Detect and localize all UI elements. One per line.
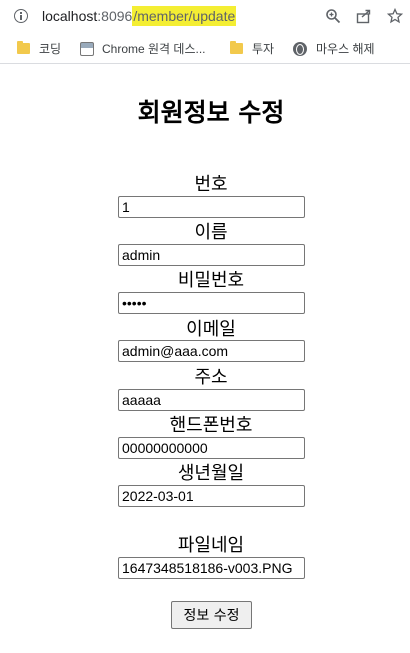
bookmark-label: 마우스 해제	[316, 42, 375, 56]
number-label: 번호	[194, 174, 228, 195]
filename-label: 파일네임	[177, 535, 245, 556]
email-label: 이메일	[186, 319, 236, 340]
page-title: 회원정보 수정	[137, 98, 285, 127]
folder-icon	[230, 41, 243, 54]
url-path: /member/update	[132, 6, 237, 26]
globe-icon	[293, 41, 307, 56]
url-host: localhost	[42, 8, 98, 24]
bookmark-investment[interactable]: 투자	[230, 40, 274, 57]
number-input[interactable]	[118, 196, 305, 218]
bookmark-mouse-release[interactable]: 마우스 해제	[293, 40, 375, 57]
phone-input[interactable]	[118, 437, 305, 459]
url-field[interactable]: localhost:8096/member/update	[42, 6, 237, 26]
password-input[interactable]	[118, 292, 305, 314]
address-label: 주소	[194, 367, 228, 388]
birthdate-label: 생년월일	[177, 463, 245, 484]
name-label: 이름	[194, 222, 228, 243]
email-input[interactable]	[118, 340, 305, 362]
phone-label: 핸드폰번호	[169, 415, 253, 436]
birthdate-input[interactable]	[118, 485, 305, 507]
zoom-icon[interactable]	[323, 6, 343, 26]
password-label: 비밀번호	[177, 270, 245, 291]
bookmark-label: Chrome 원격 데스...	[102, 42, 206, 56]
address-input[interactable]	[118, 389, 305, 411]
folder-icon	[17, 41, 30, 54]
bookmark-coding[interactable]: 코딩	[17, 40, 61, 57]
bookmark-chrome-remote-desktop[interactable]: Chrome 원격 데스...	[80, 40, 206, 57]
address-bar: localhost:8096/member/update	[0, 0, 410, 34]
update-info-button[interactable]: 정보 수정	[171, 601, 252, 629]
url-port: :8096	[97, 8, 133, 24]
star-icon[interactable]	[385, 6, 405, 26]
share-icon[interactable]	[354, 6, 374, 26]
name-input[interactable]	[118, 244, 305, 266]
bookmark-label: 코딩	[39, 42, 62, 56]
info-icon[interactable]	[14, 9, 28, 23]
chrome-remote-desktop-icon	[80, 41, 94, 56]
bookmarks-bar: 코딩 Chrome 원격 데스... 투자 마우스 해제	[0, 34, 410, 64]
bookmark-label: 투자	[252, 42, 275, 56]
filename-input[interactable]	[118, 557, 305, 579]
